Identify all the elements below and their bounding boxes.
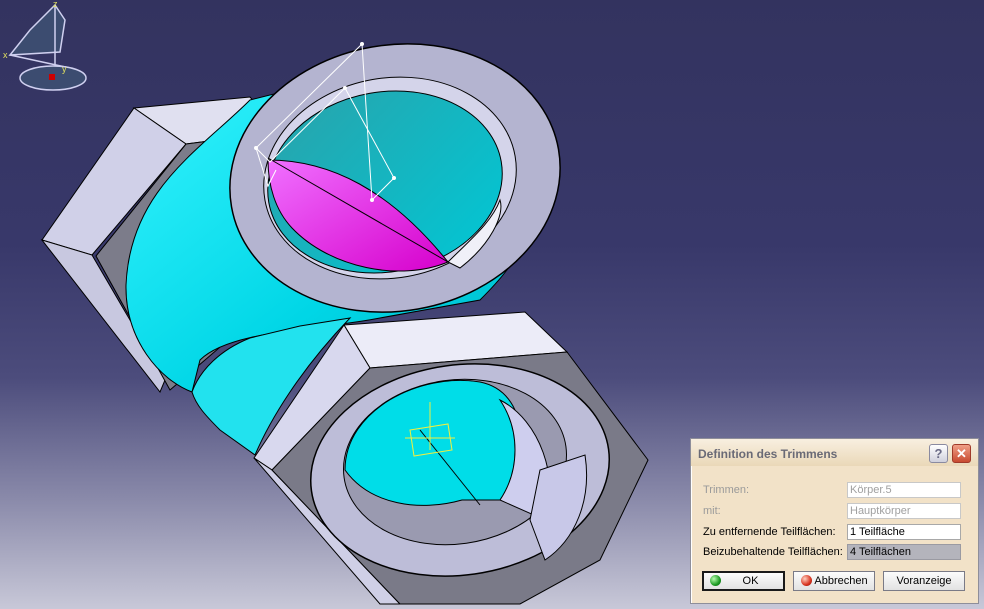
faces-to-keep-field[interactable]: 4 Teilflächen bbox=[847, 544, 961, 560]
preview-button[interactable]: Voranzeige bbox=[883, 571, 965, 591]
dialog-title: Definition des Trimmens bbox=[698, 447, 838, 461]
question-mark-icon: ? bbox=[934, 446, 943, 461]
compass-widget[interactable]: z x y bbox=[0, 0, 100, 100]
ok-button[interactable]: OK bbox=[702, 571, 785, 591]
trimmen-field[interactable]: Körper.5 bbox=[847, 482, 961, 498]
trimmen-label: Trimmen: bbox=[703, 484, 750, 496]
red-dot-icon bbox=[801, 575, 812, 586]
faces-to-remove-field[interactable]: 1 Teilfläche bbox=[847, 524, 961, 540]
preview-button-label: Voranzeige bbox=[896, 575, 952, 587]
compass-y-label: y bbox=[62, 64, 67, 74]
trim-definition-dialog: Definition des Trimmens ? ✕ Trimmen: Kör… bbox=[690, 438, 979, 604]
ok-button-label: OK bbox=[742, 575, 759, 587]
compass-z-label: z bbox=[53, 0, 58, 9]
faces-to-keep-label: Beizubehaltende Teilflächen: bbox=[703, 546, 843, 558]
mit-field[interactable]: Hauptkörper bbox=[847, 503, 961, 519]
compass-x-label: x bbox=[3, 50, 8, 60]
close-icon: ✕ bbox=[956, 446, 967, 461]
help-button[interactable]: ? bbox=[929, 444, 948, 463]
faces-to-remove-label: Zu entfernende Teilflächen: bbox=[703, 526, 836, 538]
cancel-button[interactable]: Abbrechen bbox=[793, 571, 875, 591]
green-dot-icon bbox=[710, 575, 721, 586]
dialog-titlebar[interactable]: Definition des Trimmens ? ✕ bbox=[691, 439, 978, 466]
cancel-button-label: Abbrechen bbox=[814, 575, 868, 587]
mit-label: mit: bbox=[703, 505, 721, 517]
close-button[interactable]: ✕ bbox=[952, 444, 971, 463]
